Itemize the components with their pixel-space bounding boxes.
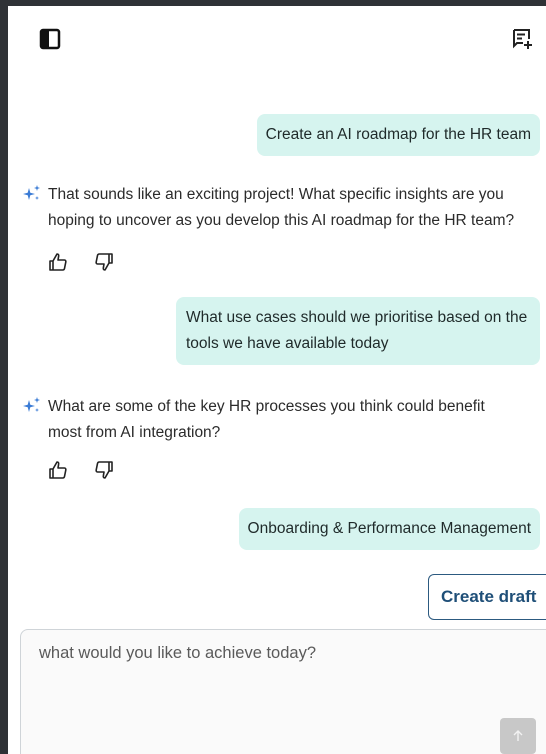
sidebar-toggle-button[interactable] bbox=[34, 23, 66, 55]
send-button[interactable] bbox=[500, 718, 536, 754]
feedback-bar bbox=[46, 458, 116, 482]
thumbs-down-icon bbox=[95, 461, 113, 479]
thumbs-up-button[interactable] bbox=[46, 250, 70, 274]
assistant-message-text: That sounds like an exciting project! Wh… bbox=[48, 186, 515, 229]
assistant-message: What are some of the key HR processes yo… bbox=[22, 394, 538, 450]
thumbs-up-button[interactable] bbox=[46, 458, 70, 482]
user-message-text: What use cases should we prioritise base… bbox=[186, 309, 528, 352]
chat-app: Create an AI roadmap for the HR team Tha… bbox=[8, 6, 546, 754]
assistant-message-text: What are some of the key HR processes yo… bbox=[48, 398, 485, 441]
new-chat-button[interactable] bbox=[506, 23, 538, 55]
assistant-message: That sounds like an exciting project! Wh… bbox=[22, 182, 538, 238]
user-message-text: Onboarding & Performance Management bbox=[247, 520, 531, 537]
create-draft-button[interactable]: Create draft bbox=[428, 574, 546, 620]
user-message-text: Create an AI roadmap for the HR team bbox=[265, 126, 531, 143]
thumbs-down-button[interactable] bbox=[92, 458, 116, 482]
thumbs-down-button[interactable] bbox=[92, 250, 116, 274]
feedback-bar bbox=[46, 250, 116, 274]
user-message: Create an AI roadmap for the HR team bbox=[256, 114, 540, 156]
thumbs-up-icon bbox=[49, 253, 67, 271]
composer bbox=[20, 629, 546, 754]
sparkle-icon bbox=[23, 185, 40, 200]
message-input[interactable] bbox=[21, 630, 546, 754]
thumbs-down-icon bbox=[95, 253, 113, 271]
thumbs-up-icon bbox=[49, 461, 67, 479]
user-message: What use cases should we prioritise base… bbox=[176, 297, 540, 365]
create-draft-label: Create draft bbox=[441, 587, 537, 606]
new-chat-icon bbox=[513, 29, 532, 49]
user-message: Onboarding & Performance Management bbox=[238, 508, 540, 550]
sparkle-icon bbox=[23, 397, 40, 412]
arrow-up-icon bbox=[513, 730, 523, 741]
sidebar-toggle-icon bbox=[39, 28, 61, 50]
